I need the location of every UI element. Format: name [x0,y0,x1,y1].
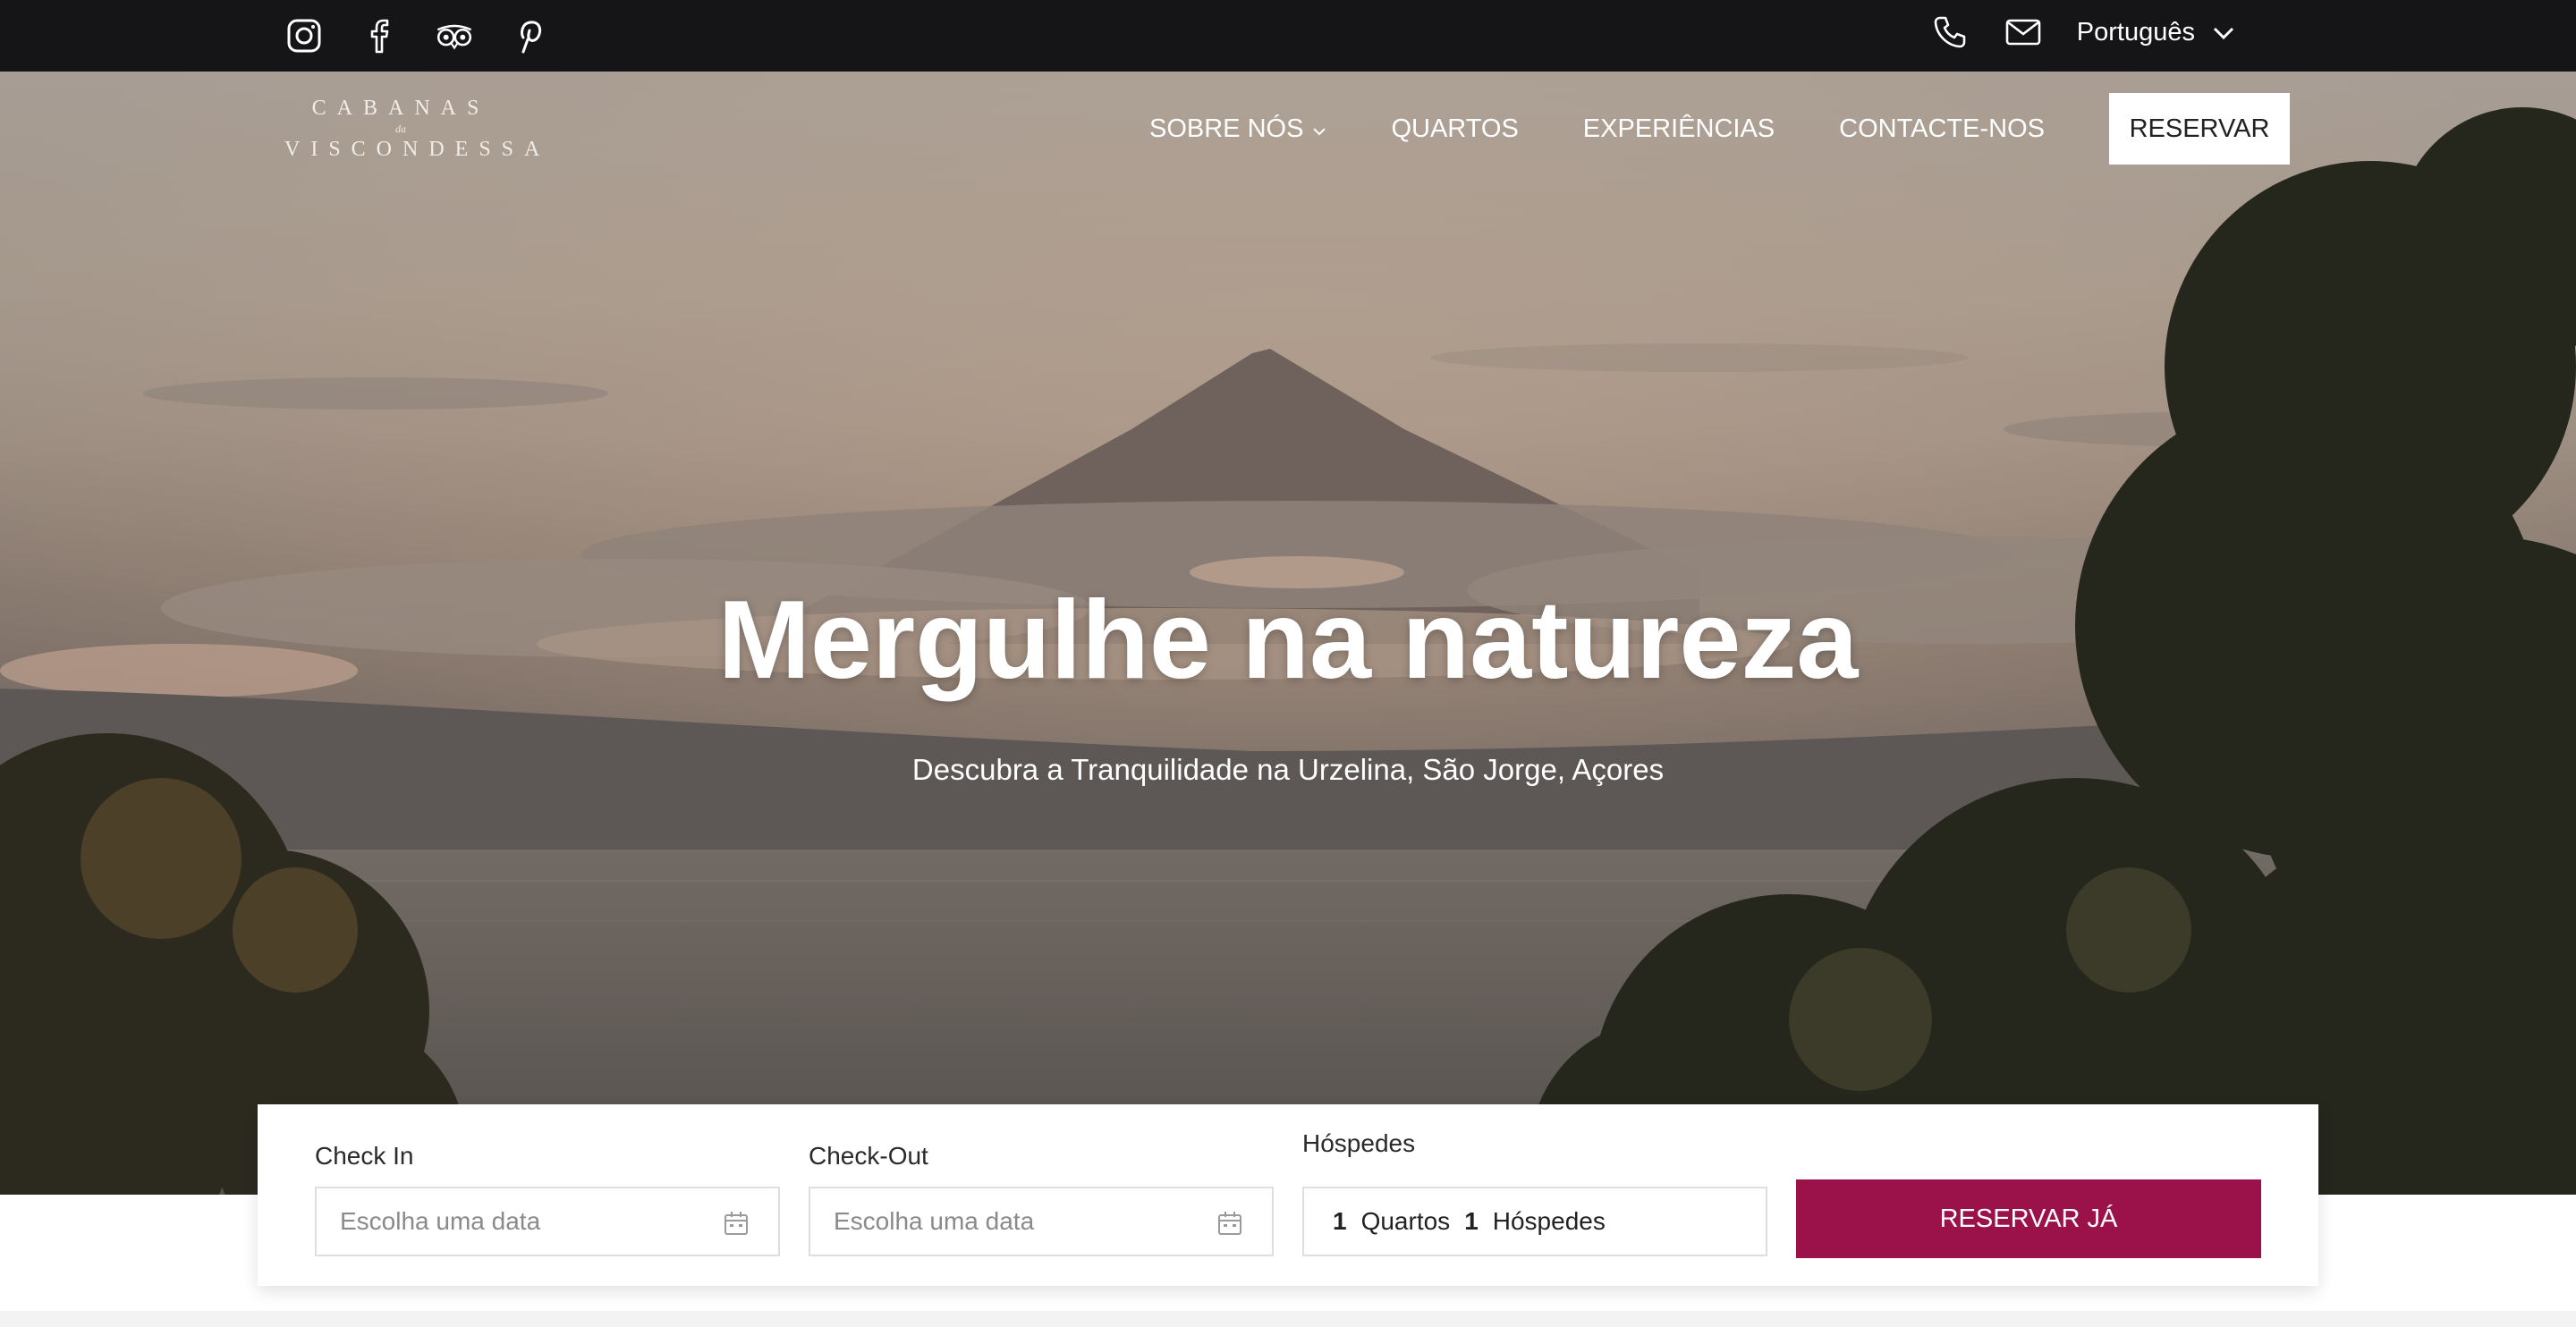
calendar-icon [723,1210,750,1243]
mail-icon[interactable] [2004,13,2043,52]
rooms-label: Quartos [1360,1207,1451,1235]
nav-item-label: SOBRE NÓS [1149,114,1304,143]
checkout-field[interactable]: Escolha uma data [809,1187,1274,1256]
guests-label: Hóspedes [1302,1129,1416,1157]
page-divider [0,1311,2576,1327]
nav-item-experiencias[interactable]: EXPERIÊNCIAS [1583,114,1775,144]
site-logo[interactable]: CABANAS da VISCONDESSA [284,97,551,162]
contact-links: Português [1930,13,2234,52]
chevron-down-icon [1312,114,1326,144]
nav-item-label: CONTACTE-NOS [1839,114,2045,143]
language-label: Português [2076,17,2195,46]
main-nav: SOBRE NÓS QUARTOS EXPERIÊNCIAS CONTACTE-… [1149,93,2290,165]
guests-text: Hóspedes [1492,1207,1606,1235]
logo-line-2: da [395,123,406,135]
tripadvisor-icon[interactable] [435,16,474,55]
guests-selector[interactable]: 1 Quartos 1 Hóspedes [1302,1187,1767,1256]
hero-title: Mergulhe na natureza [717,579,1859,702]
facebook-icon[interactable] [360,16,399,55]
chevron-down-icon [2213,18,2234,47]
nav-item-label: EXPERIÊNCIAS [1582,114,1775,143]
checkout-placeholder: Escolha uma data [834,1207,1035,1235]
reserve-button[interactable]: RESERVAR [2109,93,2290,165]
checkin-placeholder: Escolha uma data [340,1207,541,1235]
checkout-label: Check-Out [809,1142,928,1170]
nav-item-label: QUARTOS [1391,114,1519,143]
hero-section: CABANAS da VISCONDESSA SOBRE NÓS QUARTOS… [0,72,2576,1195]
checkin-field[interactable]: Escolha uma data [315,1187,780,1256]
pinterest-icon[interactable] [510,16,549,55]
phone-icon[interactable] [1930,13,1970,52]
booking-widget: Check In Escolha uma data Check-Out Esco… [258,1104,2318,1286]
hero-subtitle: Descubra a Tranquilidade na Urzelina, Sã… [911,753,1665,786]
calendar-icon [1216,1210,1243,1243]
nav-item-quartos[interactable]: QUARTOS [1391,114,1518,144]
logo-line-1: CABANAS [311,97,490,120]
nav-item-sobre-nos[interactable]: SOBRE NÓS [1149,114,1326,144]
social-links [284,16,549,55]
logo-line-3: VISCONDESSA [284,138,551,161]
guests-count: 1 [1464,1207,1479,1235]
checkin-label: Check In [315,1142,414,1170]
rooms-count: 1 [1333,1207,1347,1235]
instagram-icon[interactable] [284,16,324,55]
book-now-button[interactable]: RESERVAR JÁ [1796,1179,2261,1258]
nav-item-contacte-nos[interactable]: CONTACTE-NOS [1839,114,2045,144]
top-bar: Português [0,0,2576,72]
language-selector[interactable]: Português [2077,18,2234,47]
